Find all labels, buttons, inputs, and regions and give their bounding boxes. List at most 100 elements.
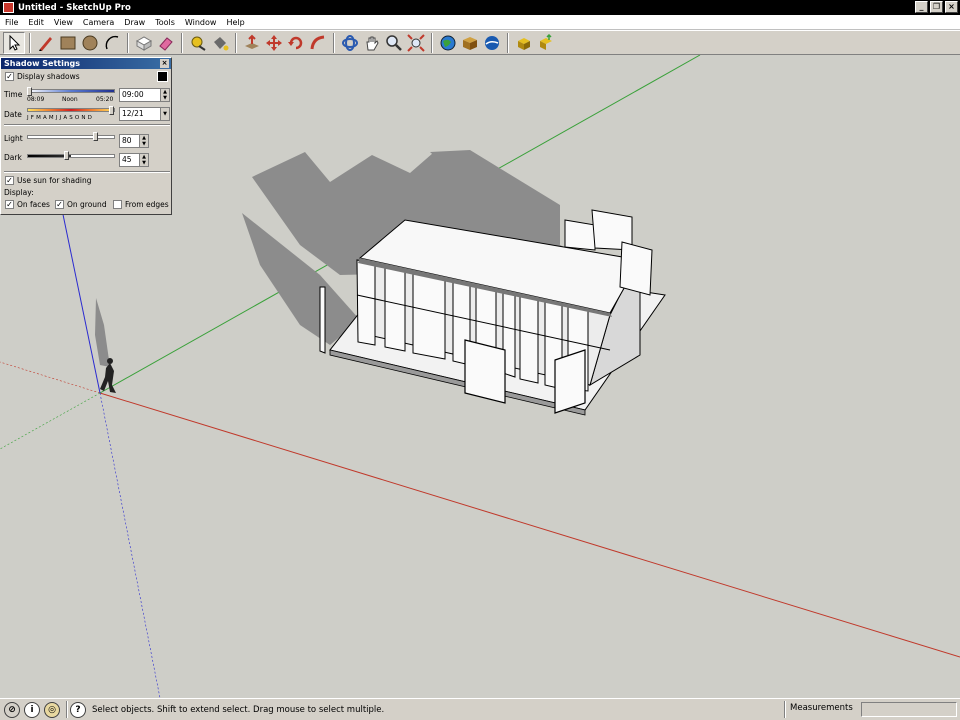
red-axis-negative [0,361,101,394]
push-pull-tool[interactable] [241,32,263,54]
minimize-button[interactable]: _ [915,1,928,13]
time-slider-thumb[interactable] [27,87,32,96]
standalone-post [319,286,326,354]
time-end-label: 05:20 [96,96,114,103]
share-component-tool[interactable] [535,32,557,54]
zoom-extents-icon [407,33,425,52]
date-input[interactable]: 12/21 ▼ [119,107,170,121]
window-title: Untitled - SketchUp Pro [18,2,131,13]
menu-view[interactable]: View [49,18,78,27]
pan-tool[interactable] [361,32,383,54]
pan-hand-icon [366,36,379,50]
dark-value: 45 [122,155,132,164]
arc-icon [105,35,119,49]
tape-measure-tool[interactable] [187,32,209,54]
menu-camera[interactable]: Camera [78,18,119,27]
make-component-tool[interactable] [133,32,155,54]
use-sun-checkbox[interactable]: ✓ [5,176,14,185]
time-label: Time [4,90,23,99]
shadow-settings-panel: Shadow Settings × ✓ Display shadows Time… [0,57,172,215]
restore-button[interactable]: ❐ [930,1,943,13]
light-spinner-icon[interactable]: ▲ ▼ [139,135,148,147]
display-shadows-checkbox[interactable]: ✓ [5,72,14,81]
instructor-help-icon[interactable]: ? [70,701,86,718]
geo-location-icon[interactable]: ⊘ [4,701,20,718]
toolbar-separator [29,32,31,53]
title-bar: Untitled - SketchUp Pro _ ❐ × [0,0,960,15]
light-slider-track[interactable] [27,135,115,139]
earth-icon [485,35,499,50]
circle-tool[interactable] [79,32,101,54]
menu-draw[interactable]: Draw [119,18,150,27]
user-icon[interactable]: ◎ [44,701,60,718]
toolbar-separator [333,32,335,53]
orbit-tool[interactable] [339,32,361,54]
date-slider-track[interactable] [27,108,115,112]
use-sun-row: ✓ Use sun for shading [5,176,92,185]
dark-spinner-icon[interactable]: ▲ ▼ [139,154,148,166]
pencil-icon [39,36,52,51]
get-component-icon [518,37,530,50]
display-shadows-label: Display shadows [17,72,80,81]
share-model-tool[interactable] [459,32,481,54]
display-section-label: Display: [4,188,34,197]
paint-bucket-tool[interactable] [209,32,231,54]
rectangle-tool[interactable] [57,32,79,54]
measurements-input[interactable] [861,702,957,717]
globe-icon [440,35,456,50]
move-tool[interactable] [263,32,285,54]
menu-window[interactable]: Window [180,18,222,27]
from-edges-checkbox[interactable] [113,200,122,209]
on-faces-checkbox[interactable]: ✓ [5,200,14,209]
zoom-icon [386,34,402,51]
get-components-tool[interactable] [513,32,535,54]
toolbar-separator [181,32,183,53]
window-controls: _ ❐ × [915,1,958,13]
eraser-tool[interactable] [155,32,177,54]
time-spinner-icon[interactable]: ▲ ▼ [160,89,169,101]
status-divider [784,701,786,718]
date-slider-thumb[interactable] [109,106,114,115]
follow-me-icon [310,35,325,49]
on-ground-row: ✓ On ground [55,200,107,209]
date-dropdown-icon[interactable]: ▼ [160,108,169,120]
rotate-icon [288,36,303,49]
toolbar-separator [235,32,237,53]
zoom-extents-tool[interactable] [405,32,427,54]
close-button[interactable]: × [945,1,958,13]
light-input[interactable]: 80 ▲ ▼ [119,134,149,148]
light-slider-thumb[interactable] [93,132,99,141]
share-icon [463,36,477,50]
from-edges-row: From edges [113,200,169,209]
pencil-tool[interactable] [35,32,57,54]
dark-slider-thumb[interactable] [64,151,70,160]
status-bar: ⊘ i ◎ ? Select objects. Shift to extend … [0,698,960,720]
on-ground-checkbox[interactable]: ✓ [55,200,64,209]
credits-icon[interactable]: i [24,701,40,718]
from-edges-label: From edges [125,200,169,209]
zoom-tool[interactable] [383,32,405,54]
time-value: 09:00 [122,90,144,99]
panel-close-icon[interactable]: × [160,59,169,68]
rotate-tool[interactable] [285,32,307,54]
arrow-icon [9,34,21,51]
toolbar-separator [127,32,129,53]
get-models-tool[interactable] [437,32,459,54]
dark-slider-track[interactable] [27,154,115,158]
collapse-details-icon[interactable] [157,71,168,82]
menu-tools[interactable]: Tools [150,18,180,27]
red-axis-positive [99,392,960,658]
circle-icon [82,35,98,50]
menu-file[interactable]: File [0,18,23,27]
select-tool[interactable] [3,31,25,54]
menu-edit[interactable]: Edit [23,18,49,27]
time-input[interactable]: 09:00 ▲ ▼ [119,88,170,102]
time-slider-track[interactable] [27,89,115,93]
arc-tool[interactable] [101,32,123,54]
rectangle-icon [60,36,76,49]
menu-help[interactable]: Help [221,18,249,27]
tape-icon [191,36,206,51]
dark-input[interactable]: 45 ▲ ▼ [119,153,149,167]
google-earth-tool[interactable] [481,32,503,54]
follow-me-tool[interactable] [307,32,329,54]
